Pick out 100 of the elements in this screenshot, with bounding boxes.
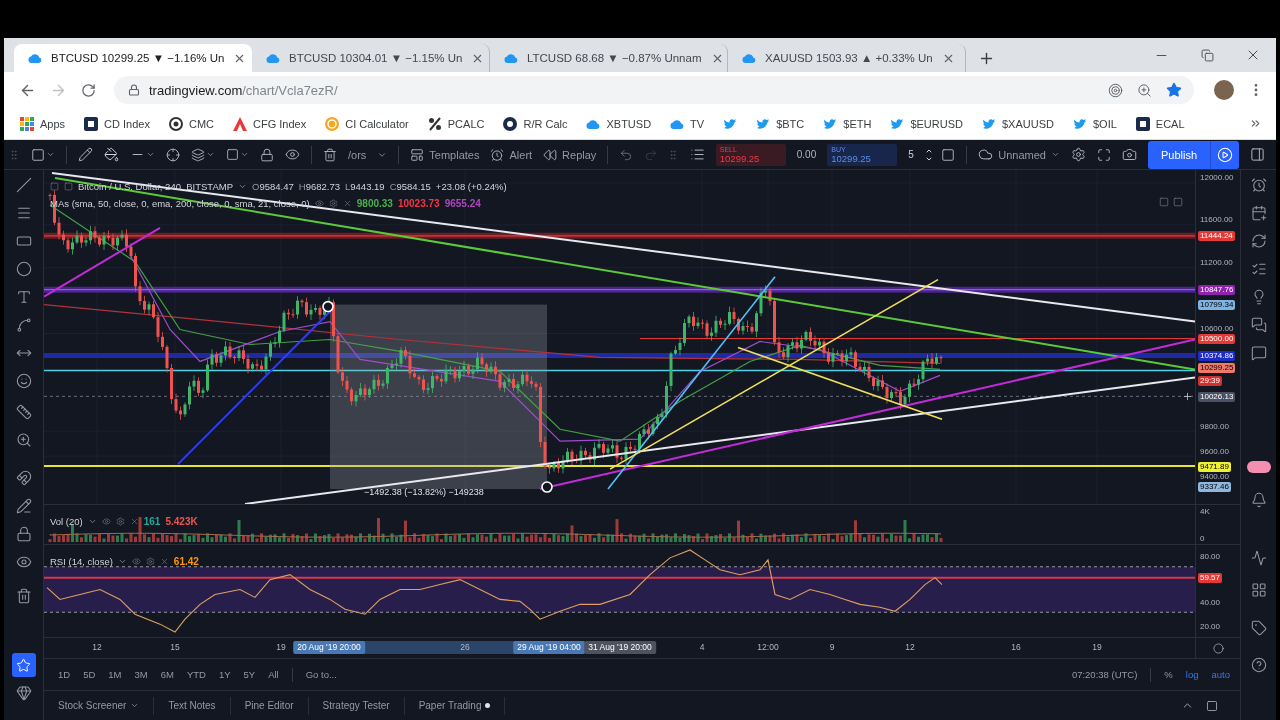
smile-icon[interactable] xyxy=(15,373,32,389)
pill-icon[interactable] xyxy=(1246,461,1271,473)
alert-button[interactable]: Alert xyxy=(509,148,533,161)
spline-icon[interactable] xyxy=(15,317,32,333)
wave-icon[interactable] xyxy=(1250,550,1267,566)
bookmark[interactable]: R/R Calc xyxy=(503,116,568,131)
tag-icon[interactable] xyxy=(1250,620,1267,636)
restore-icon[interactable] xyxy=(1200,48,1214,62)
bookmark[interactable]: $XAUUSD xyxy=(982,116,1054,131)
replay-button[interactable]: Replay xyxy=(562,148,597,161)
range-button[interactable]: YTD xyxy=(186,669,206,680)
list-icon[interactable] xyxy=(1250,261,1267,277)
range-button[interactable]: 3M xyxy=(134,669,148,680)
caret-icon[interactable] xyxy=(206,150,215,159)
zoom-in-icon[interactable] xyxy=(15,432,32,448)
reload-icon[interactable] xyxy=(81,82,96,98)
range-button[interactable]: 5Y xyxy=(243,669,256,680)
more-bookmarks-icon[interactable] xyxy=(1249,117,1262,130)
circle-icon[interactable] xyxy=(1212,642,1224,654)
cloud-icon[interactable] xyxy=(978,147,994,162)
caret-icon[interactable] xyxy=(46,150,55,159)
help-icon[interactable] xyxy=(1250,657,1267,673)
caret-icon[interactable] xyxy=(240,150,249,159)
scale-toggle[interactable]: auto xyxy=(1211,669,1230,680)
paint-bucket-icon[interactable] xyxy=(104,147,119,162)
bookmark[interactable]: $EURUSD xyxy=(890,116,963,131)
range-button[interactable]: 6M xyxy=(160,669,174,680)
lines-icon[interactable] xyxy=(15,205,32,221)
panel-tab[interactable]: Strategy Tester xyxy=(308,696,405,715)
list-icon[interactable] xyxy=(689,147,705,162)
eye-icon[interactable] xyxy=(15,554,32,570)
layers-icon[interactable] xyxy=(191,147,205,162)
fullscreen-icon[interactable] xyxy=(1096,147,1111,162)
rewind-icon[interactable] xyxy=(543,147,558,162)
calendar-icon[interactable] xyxy=(1250,205,1267,221)
bookmark[interactable]: CFG Index xyxy=(233,116,307,131)
bookmark[interactable]: TV xyxy=(670,116,705,131)
caret-icon[interactable] xyxy=(146,150,155,159)
maximize-icon[interactable] xyxy=(1206,699,1218,712)
bookmark[interactable]: CMC xyxy=(168,116,214,131)
target-icon[interactable] xyxy=(1108,82,1123,98)
indicators-button[interactable]: /ors xyxy=(348,148,367,161)
range-button[interactable]: 5D xyxy=(83,669,96,680)
message-icon[interactable] xyxy=(1250,345,1267,361)
chat-icon[interactable] xyxy=(1250,317,1267,333)
trash-icon[interactable] xyxy=(15,588,32,604)
bookmark[interactable]: Apps xyxy=(20,116,66,131)
pencil-icon[interactable] xyxy=(15,498,32,514)
bookmark[interactable]: $ETH xyxy=(823,116,872,131)
browser-tab[interactable]: BTCUSD 10299.25 ▼ −1.16% Un xyxy=(14,44,252,72)
panel-tab[interactable]: Paper Trading xyxy=(404,696,506,715)
refresh-icon[interactable] xyxy=(1250,233,1267,249)
caret-icon[interactable] xyxy=(117,557,127,566)
scale-toggle[interactable]: % xyxy=(1164,669,1173,680)
caret-icon[interactable] xyxy=(1050,150,1060,159)
text-icon[interactable] xyxy=(15,289,32,305)
circle-icon[interactable] xyxy=(15,261,32,277)
caret-icon[interactable] xyxy=(87,517,97,526)
go-to-button[interactable]: Go to... xyxy=(305,669,337,680)
bookmark[interactable]: CD Index xyxy=(84,116,150,131)
eye-icon[interactable] xyxy=(285,147,300,162)
scale-toggle[interactable]: log xyxy=(1185,669,1199,680)
publish-button[interactable]: Publish xyxy=(1147,140,1210,169)
range-button[interactable]: 1Y xyxy=(218,669,231,680)
square-icon[interactable] xyxy=(31,147,45,162)
bookmark[interactable]: ECAL xyxy=(1135,116,1185,131)
panel-icon[interactable] xyxy=(1250,147,1265,162)
panel-tab[interactable]: Stock Screener xyxy=(44,696,155,715)
square-icon[interactable] xyxy=(226,148,239,161)
pencil-icon[interactable] xyxy=(78,147,93,162)
panel-tab[interactable]: Text Notes xyxy=(154,696,231,715)
lock-icon[interactable] xyxy=(260,147,274,162)
ruler-icon[interactable] xyxy=(15,404,32,420)
range-button[interactable]: All xyxy=(268,669,279,680)
settings-icon[interactable] xyxy=(1070,147,1086,162)
square-icon[interactable] xyxy=(941,147,956,162)
undo-icon[interactable] xyxy=(619,147,634,162)
camera-icon[interactable] xyxy=(1121,147,1137,162)
magnet-icon[interactable] xyxy=(15,470,32,486)
templates-button[interactable]: Templates xyxy=(429,148,480,161)
play-icon[interactable] xyxy=(1210,140,1239,169)
templates-icon[interactable] xyxy=(410,147,425,162)
layout-name-button[interactable]: Unnamed xyxy=(998,148,1046,161)
line-icon[interactable] xyxy=(15,177,32,193)
bell-icon[interactable] xyxy=(1250,492,1267,508)
bookmark[interactable]: CI Calculator xyxy=(325,116,409,131)
address-bar[interactable]: tradingview.com/chart/Vcla7ezR/ xyxy=(114,76,1194,104)
rectangle-icon[interactable] xyxy=(15,233,32,249)
panel-tab[interactable]: Pine Editor xyxy=(230,696,309,715)
alarm-clock-icon[interactable] xyxy=(490,147,505,162)
diamond-icon[interactable] xyxy=(15,685,32,701)
avatar-icon[interactable] xyxy=(1214,80,1234,100)
bookmark[interactable]: PCALC xyxy=(427,116,485,131)
range-button[interactable]: 1M xyxy=(108,669,122,680)
bookmark[interactable] xyxy=(723,116,738,131)
bookmark[interactable]: $OIL xyxy=(1072,116,1117,131)
quantity-field[interactable]: 5 xyxy=(908,149,914,160)
grid-icon[interactable] xyxy=(1250,582,1267,598)
crosshair-icon[interactable] xyxy=(166,147,180,162)
zoom-icon[interactable] xyxy=(1137,82,1152,98)
